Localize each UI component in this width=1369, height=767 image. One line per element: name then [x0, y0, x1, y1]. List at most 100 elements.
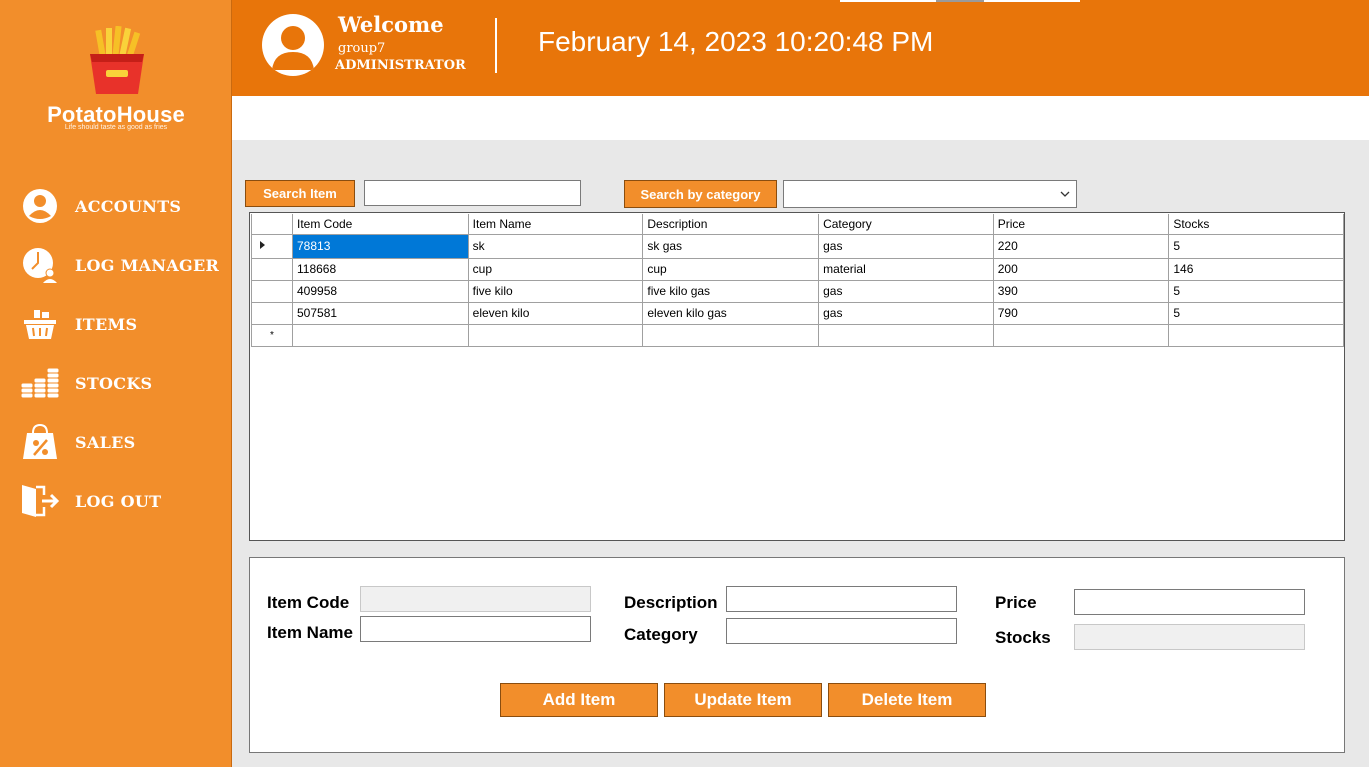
row-header[interactable] — [251, 257, 293, 281]
description-field[interactable] — [726, 586, 957, 612]
column-header[interactable]: Item Name — [467, 214, 644, 235]
table-cell[interactable]: 220 — [992, 233, 1170, 259]
table-cell[interactable] — [642, 323, 820, 347]
door-exit-icon — [18, 479, 62, 523]
username: group7 — [338, 41, 386, 56]
table-new-row[interactable]: * — [251, 323, 1344, 347]
shopping-bag-percent-icon — [18, 420, 62, 464]
table-cell[interactable]: 5 — [1168, 301, 1344, 325]
table-cell[interactable]: 118668 — [292, 257, 469, 281]
sidebar-item-label: ACCOUNTS — [75, 196, 182, 216]
search-item-button[interactable]: Search Item — [245, 180, 355, 207]
table-header-row: Item Code Item Name Description Category… — [251, 214, 1344, 235]
table-row[interactable]: 507581 eleven kilo eleven kilo gas gas 7… — [251, 301, 1344, 325]
sub-header-bar — [232, 96, 1369, 140]
table-cell[interactable]: 200 — [992, 257, 1170, 281]
table-cell[interactable]: gas — [818, 233, 994, 259]
search-item-input[interactable] — [364, 180, 581, 206]
column-header[interactable]: Category — [818, 214, 994, 235]
user-clock-icon — [18, 243, 62, 287]
table-cell[interactable]: 507581 — [292, 301, 469, 325]
table-cell[interactable]: five kilo gas — [642, 279, 820, 303]
datetime-display: February 14, 2023 10:20:48 PM — [538, 26, 934, 57]
column-header[interactable]: Stocks — [1168, 214, 1344, 235]
sidebar-item-log-out[interactable]: LOG OUT — [18, 479, 223, 523]
table-cell[interactable]: sk gas — [642, 233, 820, 259]
current-row-indicator-icon[interactable] — [251, 233, 293, 259]
item-name-label: Item Name — [267, 623, 353, 642]
header-divider — [495, 18, 497, 73]
header-bar: Welcome group7 ADMINISTRATOR February 14… — [232, 0, 1369, 96]
fries-logo-icon — [90, 26, 144, 94]
item-code-field[interactable] — [360, 586, 591, 612]
sidebar-item-log-manager[interactable]: LOG MANAGER — [18, 243, 223, 287]
basket-icon — [18, 302, 62, 346]
sidebar: PotatoHouse Life should taste as good as… — [0, 0, 232, 767]
table-cell[interactable]: eleven kilo gas — [642, 301, 820, 325]
brand-logo: PotatoHouse Life should taste as good as… — [0, 22, 232, 142]
sidebar-item-sales[interactable]: SALES — [18, 420, 223, 464]
table-cell[interactable]: five kilo — [467, 279, 644, 303]
table-cell[interactable]: 78813 — [292, 233, 469, 259]
delete-item-button[interactable]: Delete Item — [828, 683, 986, 717]
stocks-field[interactable] — [1074, 624, 1305, 650]
sidebar-item-items[interactable]: ITEMS — [18, 302, 223, 346]
row-header[interactable] — [251, 301, 293, 325]
category-field[interactable] — [726, 618, 957, 644]
table-cell[interactable]: gas — [818, 279, 994, 303]
item-name-field[interactable] — [360, 616, 591, 642]
brand-tagline: Life should taste as good as fries — [64, 124, 168, 131]
search-by-category-button[interactable]: Search by category — [624, 180, 777, 208]
welcome-text: Welcome — [338, 12, 444, 37]
table-cell[interactable]: 146 — [1168, 257, 1344, 281]
column-header[interactable]: Description — [642, 214, 820, 235]
price-field[interactable] — [1074, 589, 1305, 615]
price-label: Price — [995, 593, 1037, 612]
table-cell[interactable]: 5 — [1168, 233, 1344, 259]
table-cell[interactable]: 409958 — [292, 279, 469, 303]
table-cell[interactable]: 390 — [992, 279, 1170, 303]
table-cell[interactable] — [467, 323, 644, 347]
user-avatar-icon — [262, 14, 324, 76]
sidebar-item-stocks[interactable]: STOCKS — [18, 361, 223, 405]
table-row[interactable]: 409958 five kilo five kilo gas gas 390 5 — [251, 279, 1344, 303]
table-row[interactable]: 118668 cup cup material 200 146 — [251, 257, 1344, 281]
table-cell[interactable]: 790 — [992, 301, 1170, 325]
stocks-label: Stocks — [995, 628, 1051, 647]
user-role: ADMINISTRATOR — [335, 58, 466, 73]
sidebar-item-label: LOG MANAGER — [75, 255, 220, 275]
table-cell[interactable]: 5 — [1168, 279, 1344, 303]
row-header-corner — [251, 214, 293, 235]
table-cell[interactable]: eleven kilo — [467, 301, 644, 325]
category-select[interactable] — [783, 180, 1077, 208]
column-header[interactable]: Item Code — [292, 214, 469, 235]
header-tab-strip — [840, 0, 1080, 2]
new-row-marker[interactable]: * — [251, 323, 293, 347]
sidebar-item-accounts[interactable]: ACCOUNTS — [18, 184, 223, 228]
items-data-grid[interactable]: Item Code Item Name Description Category… — [249, 212, 1345, 541]
chevron-down-icon[interactable] — [1058, 187, 1072, 201]
update-item-button[interactable]: Update Item — [664, 683, 822, 717]
column-header[interactable]: Price — [992, 214, 1170, 235]
item-form-panel: Item Code Item Name Description Category… — [249, 557, 1345, 753]
row-header[interactable] — [251, 279, 293, 303]
table-cell[interactable] — [1168, 323, 1344, 347]
user-icon — [18, 184, 62, 228]
table-cell[interactable]: gas — [818, 301, 994, 325]
items-table: Item Code Item Name Description Category… — [251, 214, 1344, 347]
add-item-button[interactable]: Add Item — [500, 683, 658, 717]
sidebar-item-label: LOG OUT — [75, 491, 162, 511]
table-cell[interactable]: material — [818, 257, 994, 281]
table-cell[interactable] — [292, 323, 469, 347]
sidebar-item-label: ITEMS — [75, 314, 138, 334]
table-cell[interactable]: cup — [467, 257, 644, 281]
coins-icon — [18, 361, 62, 405]
sidebar-item-label: STOCKS — [75, 373, 153, 393]
table-cell[interactable] — [992, 323, 1170, 347]
table-cell[interactable]: cup — [642, 257, 820, 281]
table-cell[interactable]: sk — [467, 233, 644, 259]
sidebar-item-label: SALES — [75, 432, 136, 452]
category-label: Category — [624, 625, 698, 644]
table-row[interactable]: 78813 sk sk gas gas 220 5 — [251, 233, 1344, 259]
table-cell[interactable] — [818, 323, 994, 347]
